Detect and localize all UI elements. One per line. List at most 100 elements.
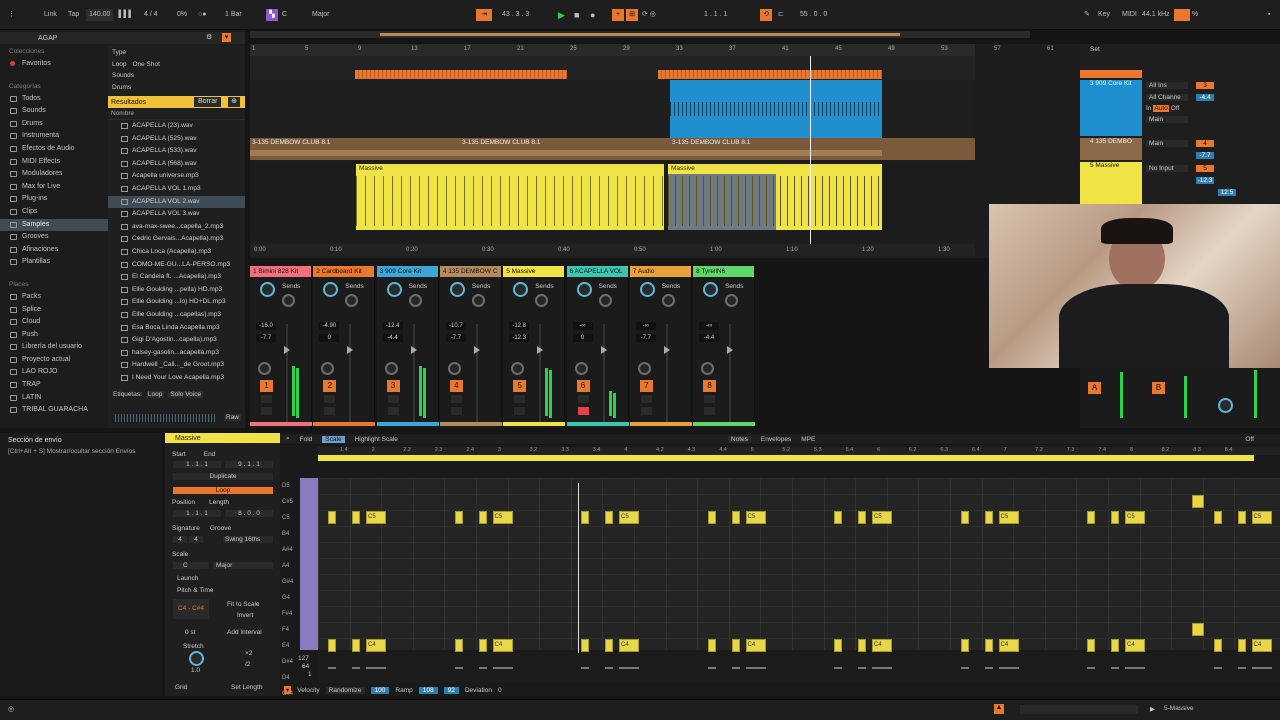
track-activator[interactable]: 5: [513, 380, 527, 392]
velocity-bar[interactable]: [872, 667, 892, 669]
track-pan[interactable]: -12.3: [1196, 177, 1214, 184]
pan-knob[interactable]: [725, 294, 739, 307]
status-overview[interactable]: [1020, 705, 1138, 714]
follow-button[interactable]: ⇥: [476, 9, 492, 21]
midi-note[interactable]: [605, 511, 613, 524]
tab-envelopes[interactable]: Envelopes: [761, 436, 791, 443]
scale-name[interactable]: Major: [312, 9, 330, 21]
track-name[interactable]: 7 Audio: [629, 266, 691, 277]
midi-note[interactable]: C5: [366, 511, 386, 524]
length-field[interactable]: 8 . 0 . 0: [225, 510, 273, 517]
nudge-icon[interactable]: ▐▐▐: [116, 9, 131, 21]
send-knob[interactable]: [639, 282, 655, 297]
track-activator[interactable]: 7: [639, 380, 653, 392]
arr-clip-massive[interactable]: Massive: [668, 164, 882, 230]
midi-note[interactable]: [707, 511, 716, 524]
sidebar-item-category[interactable]: Max for Live: [0, 181, 108, 194]
scale-name-select[interactable]: Major: [213, 562, 273, 569]
sidebar-item-place[interactable]: Splice: [0, 304, 108, 317]
transpose-field[interactable]: 0 st: [185, 629, 195, 636]
sidebar-item-category[interactable]: Sounds: [0, 105, 108, 118]
sidebar-item-category[interactable]: Todos: [0, 93, 108, 106]
mute-knob[interactable]: [258, 362, 271, 375]
pan-field[interactable]: -12.3: [509, 334, 530, 342]
master-knob[interactable]: [1218, 398, 1233, 413]
punch-icon[interactable]: ⊏: [778, 9, 784, 21]
fader-handle[interactable]: [600, 346, 607, 354]
midi-note[interactable]: C4: [1251, 639, 1272, 652]
volume-field[interactable]: -∞: [635, 322, 656, 330]
pan-field[interactable]: 0: [319, 334, 340, 342]
arm-button[interactable]: [577, 407, 589, 415]
double-button[interactable]: ×2: [245, 650, 252, 657]
clip-name[interactable]: Massive: [165, 433, 280, 443]
search-icon[interactable]: ⌕: [280, 435, 290, 443]
info-toggle-icon[interactable]: ◎: [8, 705, 14, 713]
midi-note[interactable]: [478, 511, 487, 524]
midi-note[interactable]: [1087, 511, 1095, 524]
sidebar-item-category[interactable]: Moduladores: [0, 168, 108, 181]
loop-toggle[interactable]: Loop: [173, 487, 273, 494]
solo-button[interactable]: [261, 395, 272, 403]
list-item[interactable]: Acapella universe.mp3: [108, 170, 245, 183]
add-interval-button[interactable]: Add Interval: [227, 629, 262, 636]
sidebar-item-category[interactable]: Plantillas: [0, 256, 108, 269]
velocity-bar[interactable]: [366, 667, 386, 669]
list-item[interactable]: Ellie Goulding ...pella) HD.mp3: [108, 284, 245, 297]
midi-note[interactable]: C4: [492, 639, 513, 652]
velocity-bar[interactable]: [454, 667, 463, 669]
midi-note[interactable]: [352, 511, 360, 524]
ramp-end[interactable]: 92: [443, 686, 459, 694]
song-position[interactable]: 43 . 3 . 3: [502, 9, 529, 21]
fader-handle[interactable]: [284, 346, 290, 354]
midi-note[interactable]: [858, 639, 866, 652]
randomize-button[interactable]: Randomize: [325, 686, 365, 694]
fader-handle[interactable]: [727, 346, 734, 354]
midi-note[interactable]: [454, 511, 463, 524]
list-item[interactable]: ACAPELLA VOL 2.wav: [108, 195, 245, 209]
solo-button[interactable]: [387, 395, 399, 403]
list-item[interactable]: Ellie Goulding ...lo) HD+DL.mp3: [108, 296, 245, 309]
arm-button[interactable]: [704, 407, 716, 415]
sig-denominator[interactable]: 4: [189, 536, 203, 543]
input-select[interactable]: No Input: [1146, 165, 1188, 172]
loop-switch[interactable]: ⟲: [760, 9, 772, 21]
midi-note[interactable]: [731, 511, 740, 524]
arrangement-overview[interactable]: [250, 31, 1030, 38]
send-knob[interactable]: [703, 282, 719, 297]
midi-note[interactable]: [984, 511, 993, 524]
volume-fader-track[interactable]: [602, 324, 605, 424]
track-activator[interactable]: 1: [260, 380, 273, 392]
send-knob[interactable]: [449, 282, 465, 297]
solo-button[interactable]: [514, 395, 526, 403]
volume-field[interactable]: -10.7: [445, 322, 466, 330]
arm-button[interactable]: [514, 407, 526, 415]
loop-brace[interactable]: [318, 455, 1254, 461]
midi-note[interactable]: [352, 639, 360, 652]
list-item[interactable]: ACAPELLA (568).wav: [108, 158, 245, 171]
track-header-massive[interactable]: 5 Massive: [1080, 162, 1142, 204]
send-knob[interactable]: [386, 282, 402, 297]
sidebar-item-place[interactable]: Proyecto actual: [0, 354, 108, 367]
velocity-bar[interactable]: [1125, 667, 1145, 669]
track-name[interactable]: 1 Bimini 828 Kit: [250, 266, 311, 277]
mute-knob[interactable]: [637, 362, 651, 375]
solo-button[interactable]: [324, 395, 336, 403]
arm-button[interactable]: [640, 407, 652, 415]
midi-note[interactable]: [984, 639, 993, 652]
filter-oneshot[interactable]: One Shot: [132, 61, 159, 68]
tag-solo-voice[interactable]: Solo Voice: [168, 391, 204, 398]
midi-note[interactable]: [707, 639, 716, 652]
sidebar-item-category[interactable]: Samples: [0, 218, 108, 232]
filter-loop[interactable]: Loop: [112, 61, 126, 68]
list-item[interactable]: Chica Loca (Acapella).mp3: [108, 246, 245, 259]
list-item[interactable]: halsey-gasolin...acapella.mp3: [108, 347, 245, 360]
midi-note[interactable]: C4: [872, 639, 892, 652]
volume-field[interactable]: -4.90: [319, 322, 340, 330]
mute-knob[interactable]: [384, 362, 398, 375]
volume-fader-track[interactable]: [539, 324, 542, 424]
tag-loop[interactable]: Loop: [145, 391, 165, 398]
velocity-bar[interactable]: [731, 667, 740, 669]
fader-handle[interactable]: [537, 346, 544, 354]
tap-button[interactable]: Tap: [68, 9, 79, 21]
